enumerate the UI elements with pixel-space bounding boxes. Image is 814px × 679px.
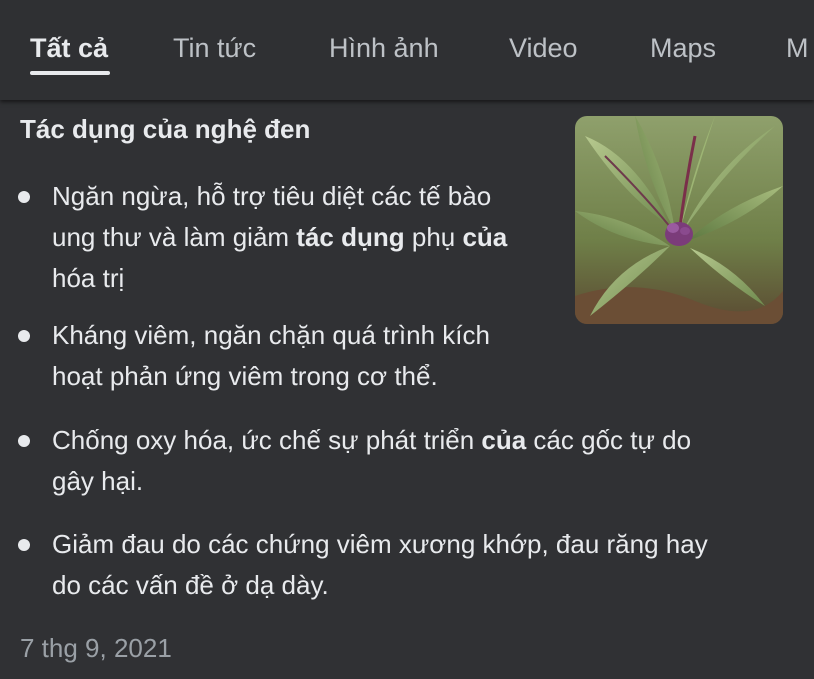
tab-all[interactable]: Tất cả	[30, 33, 108, 64]
tab-video[interactable]: Video	[509, 33, 578, 64]
bullet-dot	[18, 435, 30, 447]
list-item: Giảm đau do các chứng viêm xương khớp, đ…	[18, 524, 798, 606]
bullet-dot	[18, 539, 30, 551]
bullet-dot	[18, 330, 30, 342]
list-item: Kháng viêm, ngăn chặn quá trình kích hoạ…	[18, 315, 538, 397]
plant-image	[575, 116, 783, 324]
bullet-text: hoạt phản ứng viêm trong cơ thể.	[52, 361, 438, 391]
bullet-text: các gốc tự do	[526, 425, 692, 455]
featured-snippet: Tác dụng của nghệ đen Ngăn ngừa, hỗ trợ …	[0, 100, 814, 679]
tab-images[interactable]: Hình ảnh	[329, 33, 439, 64]
tab-more[interactable]: M	[786, 33, 809, 64]
list-item: Ngăn ngừa, hỗ trợ tiêu diệt các tế bào u…	[18, 176, 538, 299]
active-tab-indicator	[30, 71, 110, 75]
search-tabs-bar: Tất cả Tin tức Hình ảnh Video Maps M	[0, 0, 814, 100]
bullet-text: do các vấn đề ở dạ dày.	[52, 570, 329, 600]
snippet-date: 7 thg 9, 2021	[20, 633, 172, 663]
tab-news[interactable]: Tin tức	[173, 33, 256, 64]
snippet-thumbnail[interactable]	[575, 116, 783, 324]
bullet-text: Kháng viêm, ngăn chặn quá trình kích	[52, 320, 490, 350]
highlight-term: của	[462, 222, 508, 252]
bullet-text: gây hại.	[52, 466, 144, 496]
bullet-text: ung thư và làm giảm	[52, 222, 297, 252]
snippet-title[interactable]: Tác dụng của nghệ đen	[20, 114, 310, 145]
list-item: Chống oxy hóa, ức chế sự phát triển của …	[18, 420, 798, 502]
bullet-text: Ngăn ngừa, hỗ trợ tiêu diệt các tế bào	[52, 181, 492, 211]
bullet-dot	[18, 191, 30, 203]
highlight-term: của	[481, 425, 527, 455]
bullet-text: hóa trị	[52, 263, 125, 293]
bullet-text: Chống oxy hóa, ức chế sự phát triển	[52, 425, 482, 455]
bullet-text: Giảm đau do các chứng viêm xương khớp, đ…	[52, 529, 708, 559]
highlight-term: tác dụng	[296, 222, 405, 252]
tab-maps[interactable]: Maps	[650, 33, 716, 64]
bullet-text: phụ	[404, 222, 463, 252]
